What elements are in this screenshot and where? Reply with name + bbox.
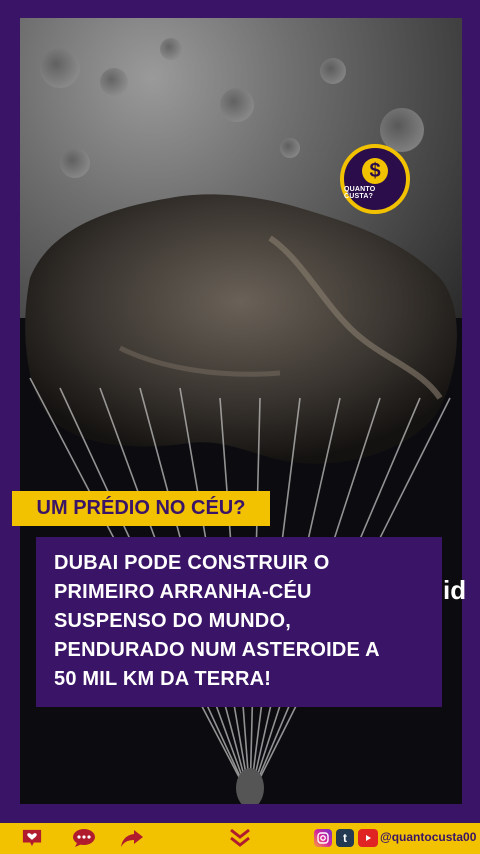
heart-icon[interactable] bbox=[20, 827, 44, 849]
tumblr-icon[interactable]: t bbox=[336, 829, 354, 847]
topic-tag: UM PRÉDIO NO CÉU? bbox=[12, 491, 270, 526]
dollar-icon: $ bbox=[362, 158, 388, 184]
chevron-double-down-icon[interactable] bbox=[228, 827, 252, 849]
share-icon[interactable] bbox=[120, 827, 144, 849]
headline-box: DUBAI PODE CONSTRUIR O PRIMEIRO ARRANHA-… bbox=[36, 537, 442, 707]
comment-icon[interactable] bbox=[72, 827, 96, 849]
cropped-caption-text: id bbox=[443, 575, 467, 605]
youtube-icon[interactable] bbox=[358, 829, 378, 847]
headline-line: DUBAI PODE CONSTRUIR O bbox=[54, 552, 330, 574]
headline-line: PENDURADO NUM ASTEROIDE A bbox=[54, 639, 380, 661]
headline-line: PRIMEIRO ARRANHA-CÉU bbox=[54, 581, 312, 603]
social-handle: @quantocusta00 bbox=[380, 830, 477, 844]
instagram-icon[interactable] bbox=[314, 829, 332, 847]
quanto-custa-logo: $ QUANTO CUSTA? bbox=[340, 144, 410, 214]
frame: $ QUANTO CUSTA? UM PRÉDIO NO CÉU? DUBAI … bbox=[0, 0, 480, 854]
headline-line: 50 MIL KM DA TERRA! bbox=[54, 668, 272, 690]
logo-text: QUANTO CUSTA? bbox=[344, 186, 376, 200]
headline-line: SUSPENSO DO MUNDO, bbox=[54, 610, 291, 632]
